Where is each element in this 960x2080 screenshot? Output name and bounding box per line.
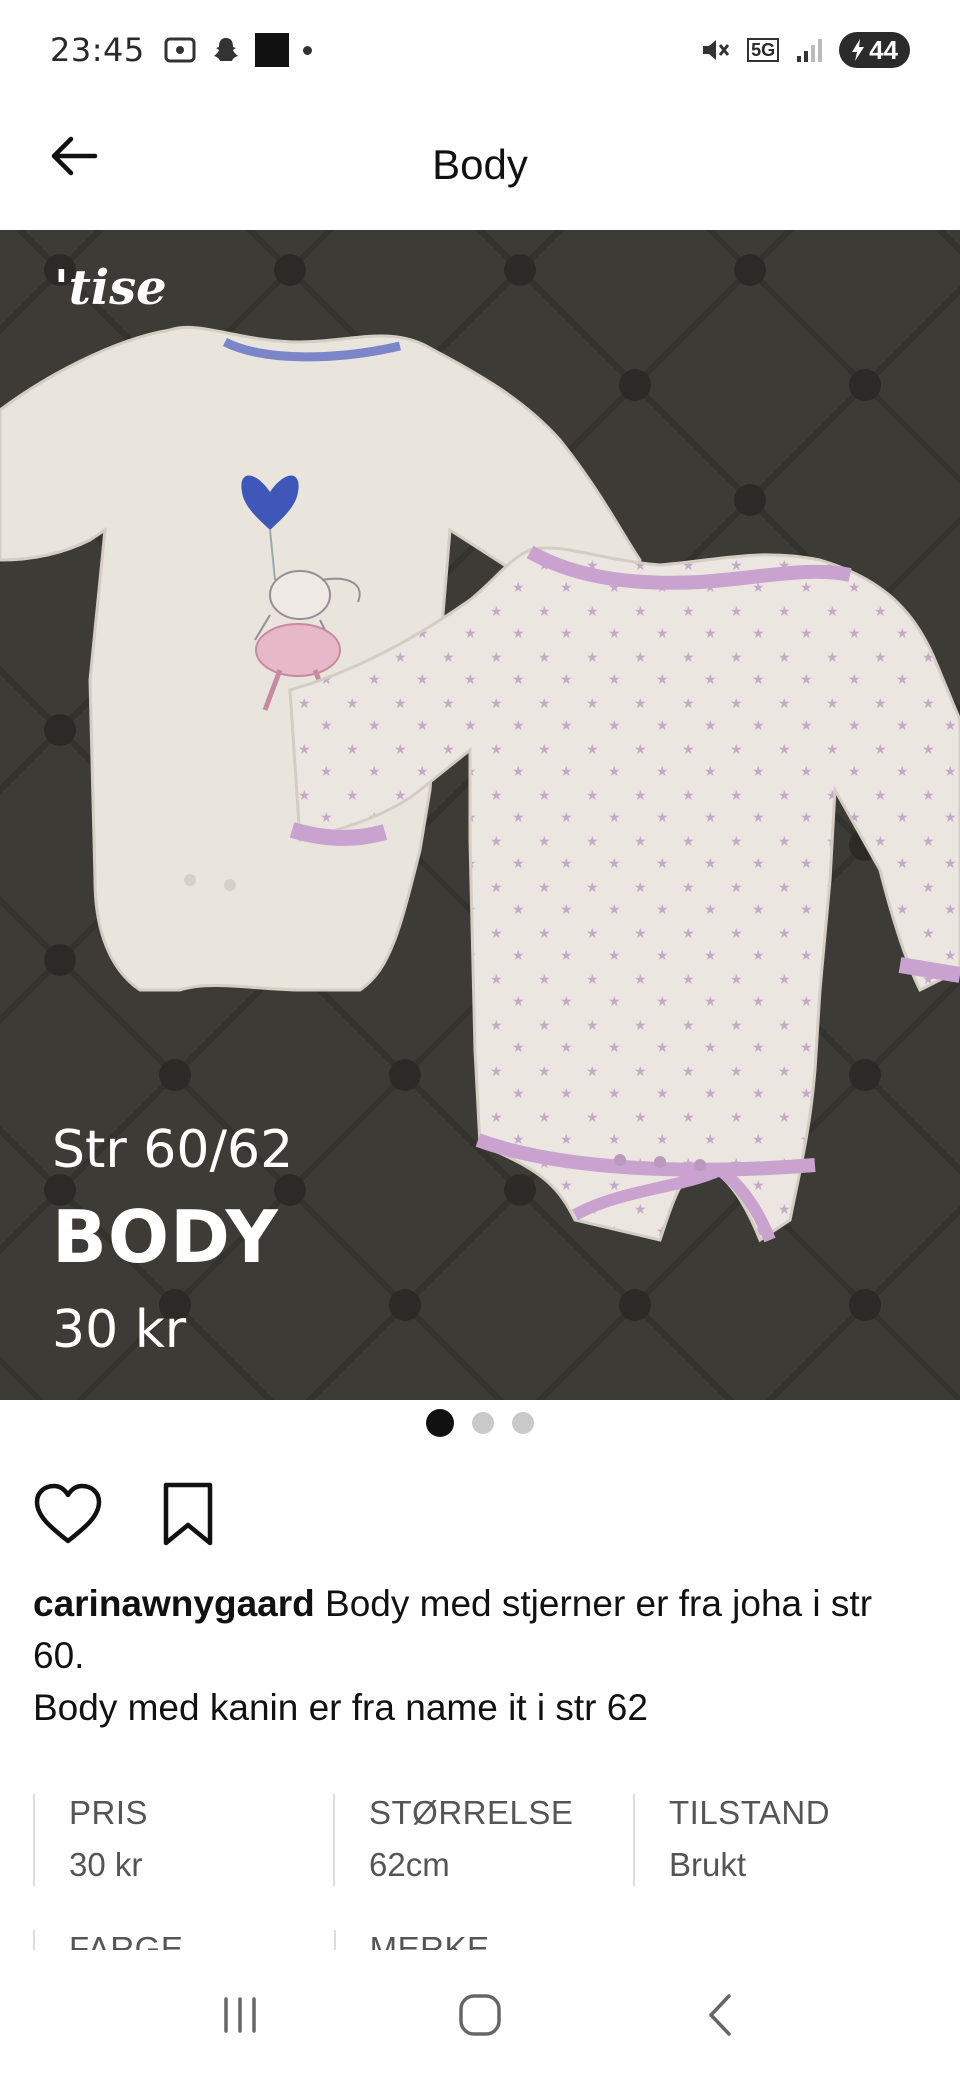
app-header: Body xyxy=(0,100,960,230)
snapchat-icon xyxy=(213,38,238,61)
app-icon xyxy=(254,33,289,67)
recents-icon xyxy=(224,1997,256,2033)
5g-icon: 5G xyxy=(747,38,780,62)
home-button[interactable] xyxy=(440,1975,520,2055)
status-bar: 23:45 5G 44 xyxy=(0,0,960,100)
overlay-size-text: Str 60/62 xyxy=(52,1120,294,1180)
overlay-title-text: BODY xyxy=(52,1195,279,1279)
back-chevron-icon xyxy=(709,1994,731,2036)
spec-brand: MERKE xyxy=(333,1930,635,1950)
listing-specs: PRIS 30 kr STØRRELSE 62cm TILSTAND Brukt xyxy=(33,1794,933,1886)
arrow-left-icon xyxy=(51,136,98,176)
spec-label: PRIS xyxy=(69,1794,149,1831)
spec-size: STØRRELSE 62cm xyxy=(333,1794,633,1886)
spec-label: STØRRELSE xyxy=(369,1794,574,1831)
status-time: 23:45 xyxy=(50,31,145,69)
spec-price: PRIS 30 kr xyxy=(33,1794,333,1886)
spec-value: Brukt xyxy=(669,1846,747,1883)
home-icon xyxy=(459,1994,501,2036)
spec-empty xyxy=(634,1930,933,1950)
pager-dot-1[interactable] xyxy=(426,1409,454,1437)
heart-outline-icon xyxy=(34,1483,102,1544)
spec-label: MERKE xyxy=(369,1930,490,1950)
back-button[interactable] xyxy=(44,126,104,186)
spec-color: FARGE xyxy=(33,1930,334,1950)
nav-back-button[interactable] xyxy=(680,1975,760,2055)
save-button[interactable] xyxy=(152,1478,224,1550)
spec-value: 30 kr xyxy=(69,1846,143,1883)
like-button[interactable] xyxy=(32,1478,104,1550)
battery-charging-icon: 44 xyxy=(839,32,910,68)
listing-specs-row-2: FARGE MERKE xyxy=(33,1930,933,1950)
description-line-2: Body med kanin er fra name it i str 62 xyxy=(33,1687,648,1728)
pager-dot-2[interactable] xyxy=(472,1412,494,1434)
battery-level: 44 xyxy=(869,34,898,65)
tise-watermark: 'tise xyxy=(54,260,167,316)
recents-button[interactable] xyxy=(200,1975,280,2055)
spec-value: 62cm xyxy=(369,1846,450,1883)
page-title: Body xyxy=(432,141,528,188)
seller-username[interactable]: carinawnygaard xyxy=(33,1583,315,1624)
system-nav-bar xyxy=(0,1950,960,2080)
signal-icon xyxy=(797,39,823,62)
dot-icon xyxy=(302,45,312,55)
pager-dot-3[interactable] xyxy=(512,1412,534,1434)
status-left-icons xyxy=(163,33,312,67)
listing-description: carinawnygaard Body med stjerner er fra … xyxy=(33,1578,933,1734)
mute-icon xyxy=(703,40,730,60)
action-row xyxy=(32,1478,224,1550)
spec-label: FARGE xyxy=(69,1930,184,1950)
overlay-price-text: 30 kr xyxy=(52,1300,187,1360)
product-image-carousel[interactable]: ★ ★ xyxy=(0,230,960,1400)
spec-condition: TILSTAND Brukt xyxy=(633,1794,933,1886)
status-right-icons: 5G 44 xyxy=(699,32,910,68)
bookmark-outline-icon xyxy=(163,1482,213,1546)
carousel-pager xyxy=(0,1409,960,1437)
spec-label: TILSTAND xyxy=(669,1794,831,1831)
screenshot-icon xyxy=(164,37,196,63)
